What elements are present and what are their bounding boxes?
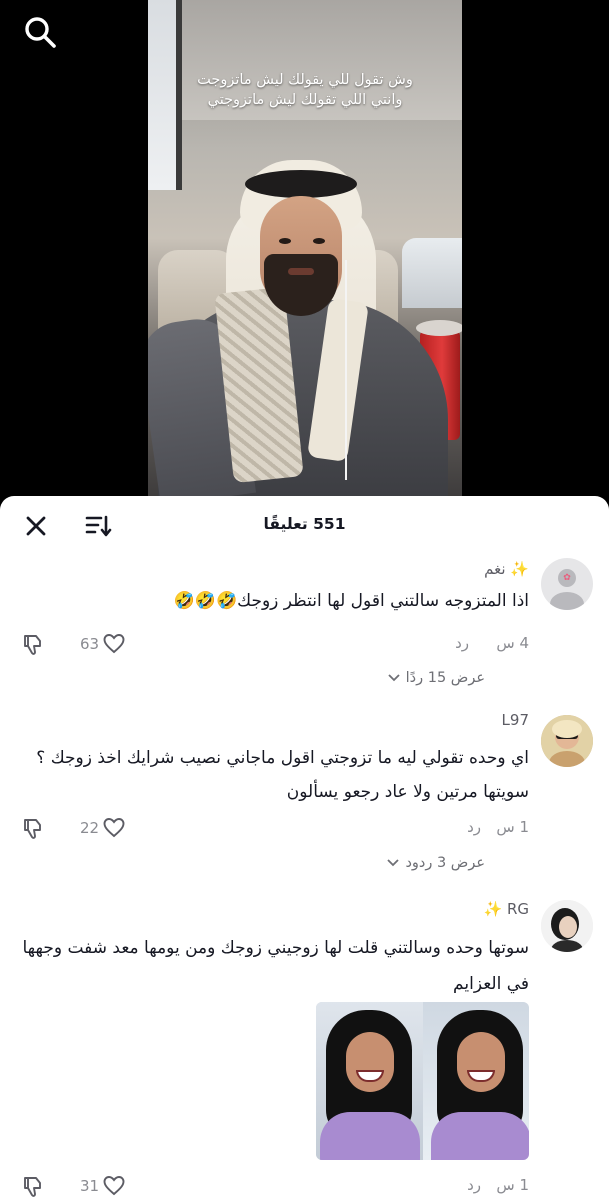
avatar[interactable]	[541, 715, 593, 767]
video-player[interactable]: وش تقول للي يقولك ليش ماتزوجت وانتي اللي…	[0, 0, 609, 500]
mouth	[288, 268, 314, 275]
avatar[interactable]: ✿	[541, 558, 593, 610]
reply-button[interactable]: رد	[467, 1176, 481, 1194]
heart-icon	[103, 818, 125, 838]
like-count: 63	[80, 635, 100, 653]
like-button[interactable]: 22	[80, 816, 126, 840]
caption-line: وش تقول للي يقولك ليش ماتزوجت	[197, 72, 413, 88]
sparkle-icon: ✨	[483, 900, 503, 918]
agal	[245, 170, 357, 198]
comment-gif[interactable]	[316, 1002, 529, 1160]
caption-line: وانتي اللي تقولك ليش ماتزوجتي	[207, 92, 403, 108]
heart-icon	[103, 1176, 125, 1196]
view-replies-button[interactable]: عرض 3 ردود	[387, 855, 485, 871]
comment-time: 4 س	[496, 634, 529, 652]
comment-time: 1 س	[496, 818, 529, 836]
comment-count: 551 تعليقًا	[263, 515, 346, 533]
gif-frame	[316, 1002, 423, 1160]
view-replies-text: عرض 15 ردًا	[405, 670, 485, 686]
svg-text:✿: ✿	[563, 573, 571, 583]
comment-text: اي وحده تقولي ليه ما تزوجتي اقول ماجاني …	[36, 748, 529, 802]
username-text: نغم	[484, 560, 506, 578]
like-count: 22	[80, 819, 100, 837]
like-button[interactable]: 31	[80, 1174, 126, 1198]
reply-button[interactable]: رد	[455, 634, 469, 652]
earphone-cable	[345, 260, 347, 480]
chevron-down-icon	[388, 674, 400, 682]
dislike-icon[interactable]	[22, 633, 46, 657]
username-text: RG	[506, 900, 529, 918]
reply-button[interactable]: رد	[467, 818, 481, 836]
comment-username[interactable]: L97	[502, 711, 529, 729]
eye	[313, 238, 325, 244]
view-replies-text: عرض 3 ردود	[405, 855, 485, 871]
view-replies-button[interactable]: عرض 15 ردًا	[388, 670, 485, 686]
video-caption: وش تقول للي يقولك ليش ماتزوجت وانتي اللي…	[148, 70, 462, 110]
video-frame: وش تقول للي يقولك ليش ماتزوجت وانتي اللي…	[148, 0, 462, 497]
comment-time: 1 س	[496, 1176, 529, 1194]
eye	[279, 238, 291, 244]
like-button[interactable]: 63	[80, 632, 126, 656]
heart-icon	[103, 634, 125, 654]
comment-item: RG ✨ سوتها وحده وسالتني قلت لها زوجيني ز…	[0, 896, 609, 1200]
avatar[interactable]	[541, 900, 593, 952]
comments-sheet: 551 تعليقًا ✿ ✨ نغم اذا المتزوجه سالتني …	[0, 496, 609, 1200]
gif-frame	[422, 1002, 529, 1160]
comment-username[interactable]: ✨ نغم	[484, 560, 529, 578]
chevron-down-icon	[387, 859, 400, 867]
dislike-icon[interactable]	[22, 1175, 46, 1199]
comment-text: سوتها وحده وسالتني قلت لها زوجيني زوجك و…	[22, 938, 530, 994]
comment-text: اذا المتزوجه سالتني اقول لها انتظر زوجك🤣…	[173, 591, 529, 611]
comment-item: L97 اي وحده تقولي ليه ما تزوجتي اقول ماج…	[0, 711, 609, 901]
search-icon[interactable]	[22, 14, 58, 50]
like-count: 31	[80, 1177, 100, 1195]
car-window	[402, 238, 462, 308]
dislike-icon[interactable]	[22, 817, 46, 841]
sparkle-icon: ✨	[510, 560, 529, 578]
comment-username[interactable]: RG ✨	[483, 900, 529, 918]
comments-header: 551 تعليقًا	[0, 496, 609, 556]
